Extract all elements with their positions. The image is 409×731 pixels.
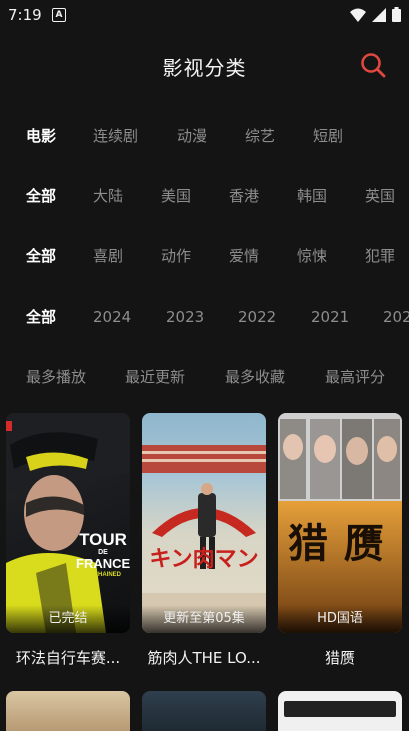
- filter-region-mainland[interactable]: 大陆: [93, 180, 123, 212]
- poster-title-text: キン肉マン: [149, 547, 259, 572]
- filter-type-anime[interactable]: 动漫: [177, 120, 207, 152]
- video-title[interactable]: 猎赝: [278, 647, 402, 668]
- battery-icon: [392, 7, 401, 22]
- wifi-icon: [350, 8, 366, 22]
- poster-title-char-2: 赝: [344, 520, 384, 567]
- filter-type-series[interactable]: 连续剧: [93, 120, 138, 152]
- sort-recently-updated[interactable]: 最近更新: [125, 361, 185, 393]
- filter-genre-all[interactable]: 全部: [26, 240, 56, 272]
- video-card-peek[interactable]: [278, 691, 402, 731]
- filter-region-usa[interactable]: 美国: [161, 180, 191, 212]
- filter-year-202x[interactable]: 202: [383, 301, 409, 333]
- poster-title-text: TOUR DE FRANCE UNCHAINED: [76, 531, 130, 580]
- status-time: 7:19: [8, 6, 42, 24]
- filter-genre-crime[interactable]: 犯罪: [365, 240, 395, 272]
- sort-most-favorited[interactable]: 最多收藏: [225, 361, 285, 393]
- video-card-peek[interactable]: [142, 691, 266, 731]
- video-card-peek[interactable]: [6, 691, 130, 731]
- filter-genre-thriller[interactable]: 惊悚: [297, 240, 327, 272]
- video-card[interactable]: TOUR DE FRANCE UNCHAINED 已完结 环法自行车赛...: [6, 413, 130, 668]
- poster-line-tour: TOUR: [79, 530, 127, 549]
- video-poster[interactable]: TOUR DE FRANCE UNCHAINED 已完结: [6, 413, 130, 633]
- filter-region-hongkong[interactable]: 香港: [229, 180, 259, 212]
- sort-most-played[interactable]: 最多播放: [26, 361, 86, 393]
- result-grid: TOUR DE FRANCE UNCHAINED 已完结 环法自行车赛... キ…: [0, 413, 409, 673]
- video-title[interactable]: 筋肉人THE LO...: [142, 647, 266, 668]
- filter-type-movie[interactable]: 电影: [26, 120, 56, 152]
- video-title[interactable]: 环法自行车赛...: [6, 647, 130, 668]
- video-card[interactable]: キン肉マン 更新至第05集 筋肉人THE LO...: [142, 413, 266, 668]
- search-icon[interactable]: [359, 51, 387, 79]
- filter-year-2022[interactable]: 2022: [238, 301, 276, 333]
- page-title: 影视分类: [162, 56, 247, 80]
- filter-region-all[interactable]: 全部: [26, 180, 56, 212]
- status-badge: 已完结: [6, 605, 130, 633]
- filter-region-uk[interactable]: 英国: [365, 180, 395, 212]
- filter-genre-action[interactable]: 动作: [161, 240, 191, 272]
- video-poster[interactable]: キン肉マン 更新至第05集: [142, 413, 266, 633]
- cyclist-illustration: [6, 413, 130, 633]
- filter-year-2021[interactable]: 2021: [311, 301, 349, 333]
- filter-row-year: 全部 2024 2023 2022 2021 202: [0, 301, 409, 333]
- sort-highest-rated[interactable]: 最高评分: [325, 361, 385, 393]
- poster-line-unchained: UNCHAINED: [85, 572, 121, 578]
- filter-genre-romance[interactable]: 爱情: [229, 240, 259, 272]
- header: 影视分类: [0, 48, 409, 84]
- status-bar: 7:19 A: [0, 0, 409, 30]
- notification-a-icon: A: [52, 8, 66, 22]
- filter-type-short[interactable]: 短剧: [313, 120, 343, 152]
- filter-type-variety[interactable]: 综艺: [245, 120, 275, 152]
- video-card[interactable]: 猎 赝 HD国语 猎赝: [278, 413, 402, 668]
- status-badge: 更新至第05集: [142, 605, 266, 633]
- filter-year-2023[interactable]: 2023: [166, 301, 204, 333]
- status-icons: [350, 7, 401, 22]
- video-poster[interactable]: 猎 赝 HD国语: [278, 413, 402, 633]
- filter-row-genre: 全部 喜剧 动作 爱情 惊悚 犯罪: [0, 240, 409, 272]
- poster-title-char-1: 猎: [288, 520, 328, 567]
- peek-poster-strip: [284, 701, 396, 717]
- filter-region-korea[interactable]: 韩国: [297, 180, 327, 212]
- filter-year-2024[interactable]: 2024: [93, 301, 131, 333]
- filter-genre-comedy[interactable]: 喜剧: [93, 240, 123, 272]
- stadium-illustration: [142, 445, 266, 633]
- status-badge: HD国语: [278, 605, 402, 633]
- filter-row-region: 全部 大陆 美国 香港 韩国 英国: [0, 180, 409, 212]
- poster-line-france: FRANCE: [76, 556, 130, 571]
- filter-year-all[interactable]: 全部: [26, 301, 56, 333]
- signal-icon: [372, 7, 386, 22]
- filter-row-type: 电影 连续剧 动漫 综艺 短剧: [0, 120, 409, 152]
- filter-row-sort: 最多播放 最近更新 最多收藏 最高评分: [0, 361, 409, 393]
